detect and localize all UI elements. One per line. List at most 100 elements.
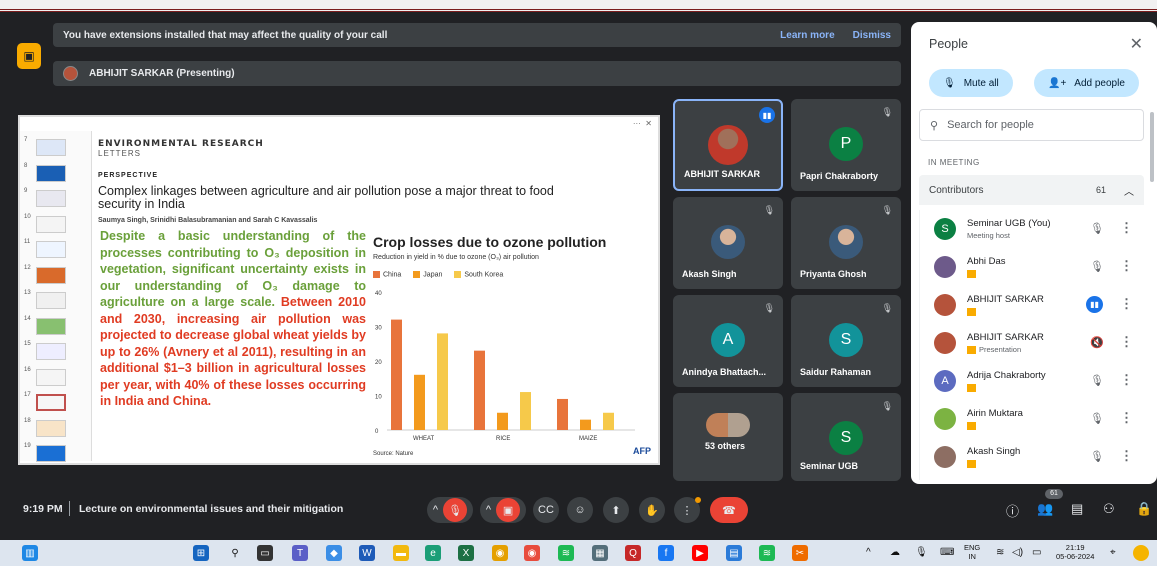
- more-vert-icon[interactable]: ⋮: [1120, 296, 1133, 312]
- more-vert-icon[interactable]: ⋮: [1120, 220, 1133, 236]
- participant-list-item[interactable]: ABHIJIT SARKAR Presentation 🔇 ⋮: [920, 324, 1144, 362]
- notifications-icon[interactable]: ⌖: [1110, 548, 1116, 558]
- participant-tile[interactable]: P Papri Chakraborty 🎙︎: [791, 99, 901, 191]
- participant-list-item[interactable]: Airin Muktara 🎙︎ ⋮: [920, 400, 1144, 438]
- more-vert-icon[interactable]: ⋮: [1120, 372, 1133, 388]
- captions-button[interactable]: CC: [533, 497, 559, 523]
- user-avatar[interactable]: [1133, 545, 1149, 561]
- dismiss-button[interactable]: Dismiss: [853, 30, 891, 41]
- task-view-icon[interactable]: ▭: [257, 545, 273, 561]
- slide-thumbnail[interactable]: [36, 139, 66, 156]
- more-vert-icon[interactable]: ⋮: [1120, 410, 1133, 426]
- slide-thumbnail-pane[interactable]: 7 8 9 10 11 12 13 14 15 16 17 18 19: [20, 131, 92, 462]
- slide-thumbnail[interactable]: [36, 343, 66, 360]
- participant-list-item[interactable]: Abhi Das 🎙︎ ⋮: [920, 248, 1144, 286]
- participant-tile[interactable]: S Seminar UGB 🎙︎: [791, 393, 901, 481]
- info-icon[interactable]: ⓘ: [1006, 501, 1019, 520]
- participant-list-item[interactable]: A Adrija Chakraborty 🎙︎ ⋮: [920, 362, 1144, 400]
- emoji-button[interactable]: ☺: [567, 497, 593, 523]
- slide-thumbnail[interactable]: [36, 394, 66, 411]
- clock[interactable]: 21:19 05-06-2024: [1056, 543, 1094, 561]
- participant-tile[interactable]: A Anindya Bhattach... 🎙︎: [673, 295, 783, 387]
- mic-off-icon[interactable]: 🎙︎: [1090, 260, 1104, 273]
- slide-thumbnail[interactable]: [36, 292, 66, 309]
- keyboard-icon[interactable]: ⌨: [940, 548, 954, 558]
- add-people-button[interactable]: 👤+ Add people: [1034, 69, 1139, 97]
- chevron-up-icon[interactable]: ^: [866, 548, 871, 558]
- start-icon[interactable]: ⊞: [193, 545, 209, 561]
- firefox-icon[interactable]: ◉: [524, 545, 540, 561]
- participant-list-item[interactable]: S Seminar UGB (You) Meeting host 🎙︎ ⋮: [920, 210, 1144, 248]
- slide-thumbnail[interactable]: [36, 241, 66, 258]
- participant-tile[interactable]: ABHIJIT SARKAR ▮▮: [673, 99, 783, 191]
- mic-off-icon[interactable]: 🎙︎: [443, 498, 468, 522]
- slide-thumbnail[interactable]: [36, 190, 66, 207]
- people-icon[interactable]: 👥: [1037, 501, 1053, 517]
- raise-hand-button[interactable]: ✋: [639, 497, 665, 523]
- add-people-label: Add people: [1074, 77, 1125, 89]
- app-orange-icon[interactable]: ✂: [792, 545, 808, 561]
- search-icon[interactable]: ⚲: [227, 545, 243, 561]
- tray-app-icon[interactable]: ☁: [890, 548, 900, 558]
- mic-icon[interactable]: 🎙︎: [915, 548, 928, 558]
- close-icon[interactable]: ✕: [1130, 34, 1143, 54]
- slide-thumbnail[interactable]: [36, 419, 66, 437]
- facebook-icon[interactable]: f: [658, 545, 674, 561]
- volume-off-icon[interactable]: 🔇: [1090, 336, 1104, 349]
- mic-off-icon[interactable]: 🎙︎: [1090, 374, 1104, 387]
- chevron-up-icon[interactable]: ︿: [1124, 183, 1134, 198]
- participant-tile[interactable]: Akash Singh 🎙︎: [673, 197, 783, 289]
- mic-off-icon[interactable]: 🎙︎: [1090, 222, 1104, 235]
- edge-icon[interactable]: e: [425, 545, 441, 561]
- teams-icon[interactable]: T: [292, 545, 308, 561]
- wifi-icon[interactable]: ≋: [996, 548, 1004, 558]
- more-vert-icon[interactable]: ⋮: [1120, 334, 1133, 350]
- camera-options-button[interactable]: ^ ▣: [480, 497, 526, 523]
- slide-thumbnail[interactable]: [36, 164, 66, 182]
- leave-call-button[interactable]: ☎: [710, 497, 748, 523]
- mic-off-icon[interactable]: 🎙︎: [1090, 412, 1104, 425]
- slide-thumbnail[interactable]: [36, 266, 66, 284]
- slide-thumbnail[interactable]: [36, 368, 66, 386]
- app-red-icon[interactable]: Q: [625, 545, 641, 561]
- spotify-icon[interactable]: ≋: [558, 545, 574, 561]
- present-button[interactable]: ⬆: [603, 497, 629, 523]
- learn-more-link[interactable]: Learn more: [780, 30, 834, 41]
- more-vert-icon[interactable]: ⋮: [1120, 448, 1133, 464]
- slide-thumbnail[interactable]: [36, 445, 66, 462]
- mute-all-button[interactable]: 🎙︎ Mute all: [929, 69, 1013, 97]
- widgets-icon[interactable]: ▥: [22, 545, 38, 561]
- mic-off-icon[interactable]: 🎙︎: [1090, 450, 1104, 463]
- slide-thumbnail[interactable]: [36, 215, 66, 233]
- volume-icon[interactable]: ◁): [1012, 548, 1023, 558]
- youtube-icon[interactable]: ▶: [692, 545, 708, 561]
- more-vert-icon[interactable]: ⋮: [1120, 258, 1133, 274]
- activities-icon[interactable]: ⚇: [1103, 501, 1115, 517]
- calculator-icon[interactable]: ▦: [592, 545, 608, 561]
- people-scrollbar[interactable]: [1150, 112, 1154, 182]
- participant-list-item[interactable]: ABHIJIT SARKAR ▮▮ ⋮: [920, 286, 1144, 324]
- slide-thumbnail[interactable]: [36, 317, 66, 335]
- participant-tile[interactable]: 53 others: [673, 393, 783, 481]
- app-icon[interactable]: ◆: [326, 545, 342, 561]
- contributors-section-header[interactable]: Contributors 61 ︿: [919, 175, 1144, 205]
- language-indicator[interactable]: ENG IN: [964, 543, 980, 561]
- search-people-input[interactable]: ⚲ Search for people: [919, 109, 1144, 141]
- camera-off-icon[interactable]: ▣: [496, 498, 521, 522]
- mic-options-button[interactable]: ^ 🎙︎: [427, 497, 473, 523]
- battery-icon[interactable]: ▭: [1032, 548, 1041, 558]
- excel-icon[interactable]: X: [458, 545, 474, 561]
- word-icon[interactable]: W: [359, 545, 375, 561]
- chrome-icon[interactable]: ◉: [492, 545, 508, 561]
- spotify-icon-2[interactable]: ≋: [759, 545, 775, 561]
- notepad-icon[interactable]: ▤: [726, 545, 742, 561]
- legend-item: China: [373, 271, 401, 278]
- participant-tile[interactable]: S Saidur Rahaman 🎙︎: [791, 295, 901, 387]
- participant-tile[interactable]: Priyanta Ghosh 🎙︎: [791, 197, 901, 289]
- file-explorer-icon[interactable]: ▬: [393, 545, 409, 561]
- chat-icon[interactable]: ▤: [1071, 501, 1083, 517]
- participant-list-item[interactable]: Akash Singh 🎙︎ ⋮: [920, 438, 1144, 476]
- windows-taskbar: ▥ ⊞ ⚲ ▭ T ◆ W ▬ e X ◉ ◉ ≋ ▦ Q f ▶ ▤ ≋ ✂ …: [0, 540, 1157, 566]
- extension-warning-icon[interactable]: ▣: [17, 43, 41, 69]
- host-controls-icon[interactable]: 🔒: [1136, 501, 1152, 517]
